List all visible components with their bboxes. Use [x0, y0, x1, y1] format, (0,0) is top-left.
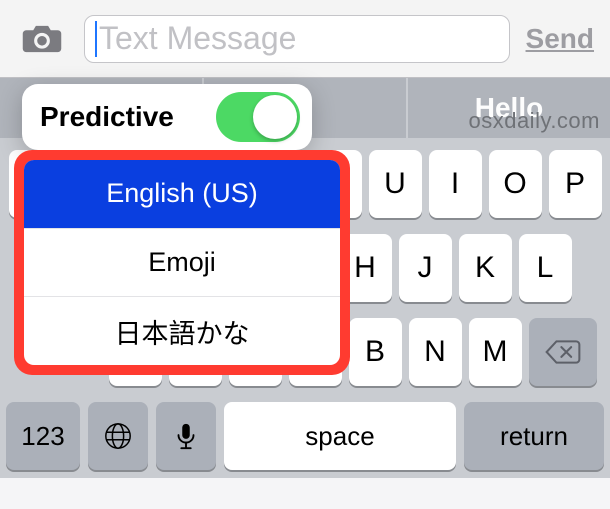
key-globe[interactable]: [88, 402, 148, 470]
language-item-japanese[interactable]: 日本語かな: [24, 296, 340, 365]
compose-bar: Text Message Send: [0, 0, 610, 78]
message-input[interactable]: Text Message: [84, 15, 510, 63]
key-delete[interactable]: [529, 318, 597, 386]
key-i[interactable]: I: [429, 150, 482, 218]
camera-icon[interactable]: [12, 18, 72, 60]
key-b[interactable]: B: [349, 318, 402, 386]
key-j[interactable]: J: [399, 234, 452, 302]
key-u[interactable]: U: [369, 150, 422, 218]
message-placeholder: Text Message: [99, 20, 296, 57]
key-o[interactable]: O: [489, 150, 542, 218]
predictive-label: Predictive: [40, 101, 174, 133]
language-item-english[interactable]: English (US): [24, 160, 340, 228]
key-row-bottom: 123 space return: [6, 402, 604, 470]
key-return[interactable]: return: [464, 402, 604, 470]
key-l[interactable]: L: [519, 234, 572, 302]
text-cursor: [95, 21, 97, 57]
key-p[interactable]: P: [549, 150, 602, 218]
key-dictation[interactable]: [156, 402, 216, 470]
key-numbers[interactable]: 123: [6, 402, 80, 470]
language-popover: English (US) Emoji 日本語かな: [24, 160, 340, 365]
key-m[interactable]: M: [469, 318, 522, 386]
key-k[interactable]: K: [459, 234, 512, 302]
language-popover-highlight: English (US) Emoji 日本語かな: [14, 150, 350, 375]
send-button[interactable]: Send: [522, 19, 598, 59]
predictive-toggle[interactable]: [216, 92, 300, 142]
predictive-popover: Predictive: [22, 84, 312, 150]
watermark-text: osxdaily.com: [468, 108, 600, 134]
language-item-emoji[interactable]: Emoji: [24, 228, 340, 297]
key-n[interactable]: N: [409, 318, 462, 386]
key-space[interactable]: space: [224, 402, 456, 470]
toggle-knob: [253, 95, 297, 139]
